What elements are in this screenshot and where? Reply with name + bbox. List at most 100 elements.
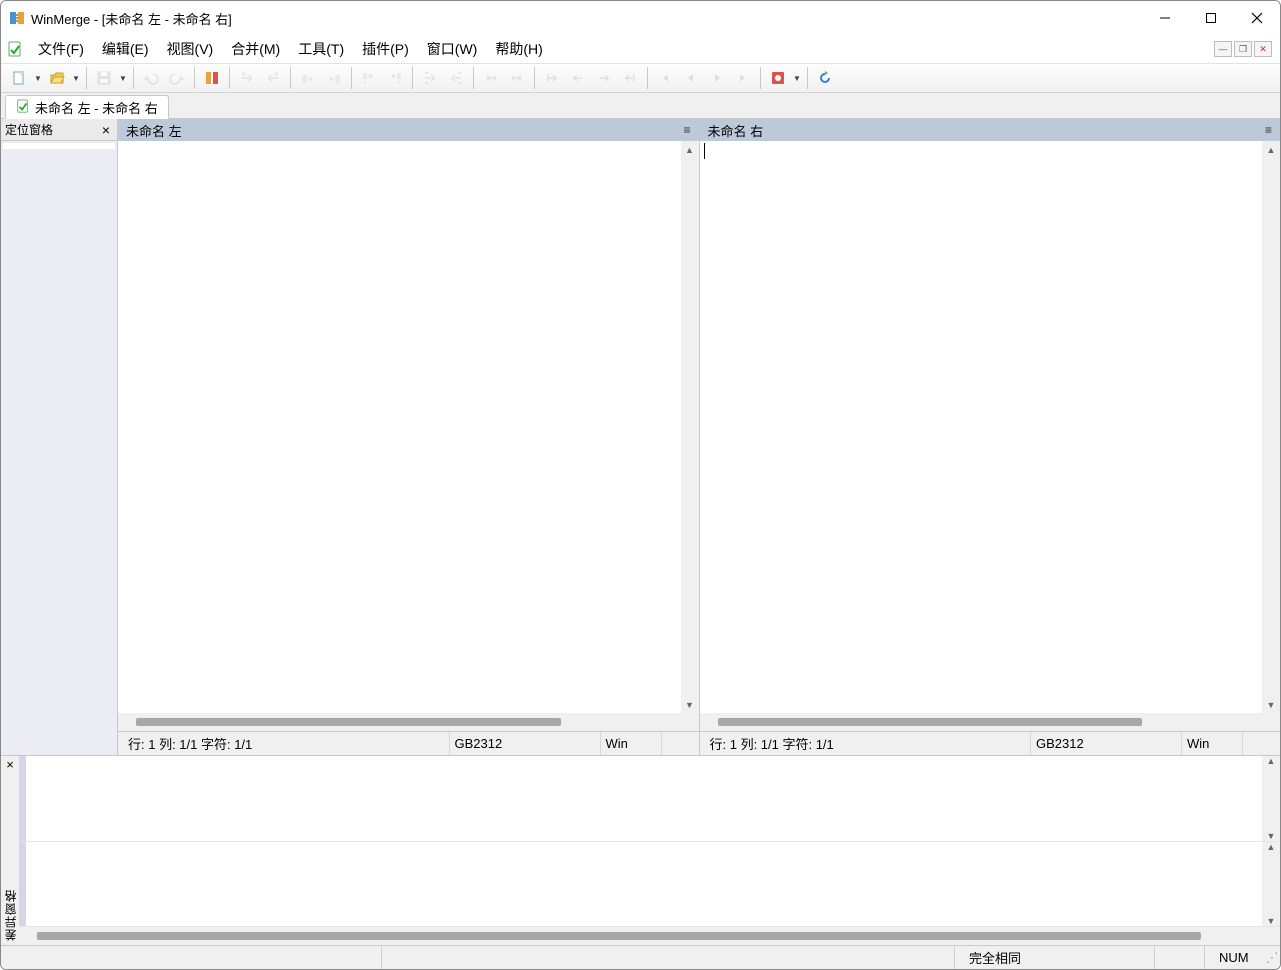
document-tab-strip: 未命名 左 - 未命名 右 <box>1 93 1280 119</box>
locator-indicator <box>3 143 115 149</box>
resize-grip-icon[interactable]: ⋰ <box>1264 950 1280 966</box>
locator-body[interactable] <box>1 141 117 755</box>
new-button[interactable] <box>7 66 31 90</box>
right-text-area[interactable] <box>700 141 1263 713</box>
right-horizontal-scrollbar[interactable] <box>700 713 1281 731</box>
menu-view[interactable]: 视图(V) <box>158 35 223 63</box>
left-status-encoding: GB2312 <box>451 732 601 755</box>
diff-row-top[interactable]: ▲▼ <box>19 756 1280 842</box>
all-left-button[interactable] <box>444 66 468 90</box>
menu-file[interactable]: 文件(F) <box>29 35 93 63</box>
copy-left-advance-button[interactable] <box>383 66 407 90</box>
menu-merge[interactable]: 合并(M) <box>222 35 289 63</box>
first-diff-button[interactable] <box>540 66 564 90</box>
diff-bottom-vscroll[interactable]: ▲▼ <box>1262 842 1280 927</box>
locator-close-button[interactable]: × <box>99 122 113 138</box>
menu-help[interactable]: 帮助(H) <box>486 35 551 63</box>
statusbar: 完全相同 NUM ⋰ <box>1 945 1280 969</box>
diff-content: ▲▼ ▲▼ <box>19 756 1280 945</box>
menu-edit[interactable]: 编辑(E) <box>93 35 158 63</box>
next-diff-button[interactable] <box>592 66 616 90</box>
prev-diff-button[interactable] <box>566 66 590 90</box>
menu-tools[interactable]: 工具(T) <box>289 35 353 63</box>
left-status-extra <box>663 732 693 755</box>
left-pane-header[interactable]: 未命名 左 ≡ <box>118 119 699 141</box>
left-text-area[interactable] <box>118 141 681 713</box>
document-tab[interactable]: 未命名 左 - 未命名 右 <box>5 95 169 119</box>
first-diff-small-button[interactable] <box>479 66 503 90</box>
left-status-pos: 行: 1 列: 1/1 字符: 1/1 <box>124 732 450 755</box>
left-pane-status: 行: 1 列: 1/1 字符: 1/1 GB2312 Win <box>118 731 699 755</box>
save-dropdown[interactable]: ▼ <box>118 74 128 83</box>
goto-prev-button[interactable] <box>679 66 703 90</box>
close-button[interactable] <box>1234 2 1280 34</box>
copy-right-button[interactable] <box>296 66 320 90</box>
diff-row-bottom[interactable]: ▲▼ <box>19 842 1280 928</box>
document-tab-label: 未命名 左 - 未命名 右 <box>35 98 158 117</box>
mdi-close-button[interactable]: ✕ <box>1254 41 1272 57</box>
menu-window[interactable]: 窗口(W) <box>418 35 487 63</box>
menu-plugins[interactable]: 插件(P) <box>353 35 418 63</box>
diff-prev-group-button[interactable] <box>261 66 285 90</box>
text-cursor <box>704 143 705 159</box>
left-pane-body: ▲▼ <box>118 141 699 713</box>
last-diff-button[interactable] <box>618 66 642 90</box>
undo-button[interactable] <box>139 66 163 90</box>
goto-first-button[interactable] <box>653 66 677 90</box>
left-pane: 未命名 左 ≡ ▲▼ 行: 1 列: 1/1 字符: 1/1 GB2312 Wi… <box>118 119 700 755</box>
open-button[interactable] <box>45 66 69 90</box>
menubar: 文件(F) 编辑(E) 视图(V) 合并(M) 工具(T) 插件(P) 窗口(W… <box>1 35 1280 63</box>
right-pane-header[interactable]: 未命名 右 ≡ <box>700 119 1281 141</box>
locator-header: 定位窗格 × <box>1 119 117 141</box>
mdi-minimize-button[interactable]: — <box>1214 41 1232 57</box>
right-status-extra <box>1244 732 1274 755</box>
left-status-eol: Win <box>602 732 662 755</box>
left-menu-icon[interactable]: ≡ <box>683 123 690 137</box>
left-vertical-scrollbar[interactable]: ▲▼ <box>681 141 699 713</box>
copy-right-advance-button[interactable] <box>357 66 381 90</box>
diff-detail-pane: × 差异窗格 ▲▼ ▲▼ <box>1 755 1280 945</box>
left-horizontal-scrollbar[interactable] <box>118 713 699 731</box>
new-dropdown[interactable]: ▼ <box>33 74 43 83</box>
maximize-button[interactable] <box>1188 2 1234 34</box>
titlebar: WinMerge - [未命名 左 - 未命名 右] <box>1 1 1280 35</box>
status-blank-1 <box>381 946 954 969</box>
goto-last-button[interactable] <box>731 66 755 90</box>
status-num: NUM <box>1204 946 1264 969</box>
diff-row-marker <box>19 842 26 927</box>
goto-next-button[interactable] <box>705 66 729 90</box>
save-button[interactable] <box>92 66 116 90</box>
right-vertical-scrollbar[interactable]: ▲▼ <box>1262 141 1280 713</box>
diff-top-vscroll[interactable]: ▲▼ <box>1262 756 1280 841</box>
right-menu-icon[interactable]: ≡ <box>1265 123 1272 137</box>
window-controls <box>1142 2 1280 34</box>
diff-pane-label: 差异窗格 <box>2 889 19 941</box>
right-pane-status: 行: 1 列: 1/1 字符: 1/1 GB2312 Win <box>700 731 1281 755</box>
redo-button[interactable] <box>165 66 189 90</box>
options-button[interactable] <box>766 66 790 90</box>
right-pane-title: 未命名 右 <box>708 121 764 140</box>
compare-panes: 未命名 左 ≡ ▲▼ 行: 1 列: 1/1 字符: 1/1 GB2312 Wi… <box>118 119 1280 755</box>
status-caps <box>1154 946 1204 969</box>
open-dropdown[interactable]: ▼ <box>71 74 81 83</box>
all-right-button[interactable] <box>418 66 442 90</box>
compare-button[interactable] <box>200 66 224 90</box>
copy-left-button[interactable] <box>322 66 346 90</box>
diff-horizontal-scrollbar[interactable] <box>19 927 1280 945</box>
window-title: WinMerge - [未命名 左 - 未命名 右] <box>31 9 232 28</box>
options-dropdown[interactable]: ▼ <box>792 74 802 83</box>
minimize-button[interactable] <box>1142 2 1188 34</box>
mdi-restore-button[interactable]: ❐ <box>1234 41 1252 57</box>
refresh-button[interactable] <box>813 66 837 90</box>
diff-next-group-button[interactable] <box>235 66 259 90</box>
locator-pane: 定位窗格 × <box>1 119 118 755</box>
app-icon <box>9 10 25 26</box>
doc-check-icon <box>16 99 30 116</box>
toolbar: ▼ ▼ ▼ ▼ <box>1 63 1280 93</box>
right-status-eol: Win <box>1183 732 1243 755</box>
diff-pane-close-button[interactable]: × <box>6 756 14 776</box>
diff-row-marker <box>19 756 26 841</box>
locator-title: 定位窗格 <box>5 121 53 138</box>
last-diff-small-button[interactable] <box>505 66 529 90</box>
right-status-encoding: GB2312 <box>1032 732 1182 755</box>
